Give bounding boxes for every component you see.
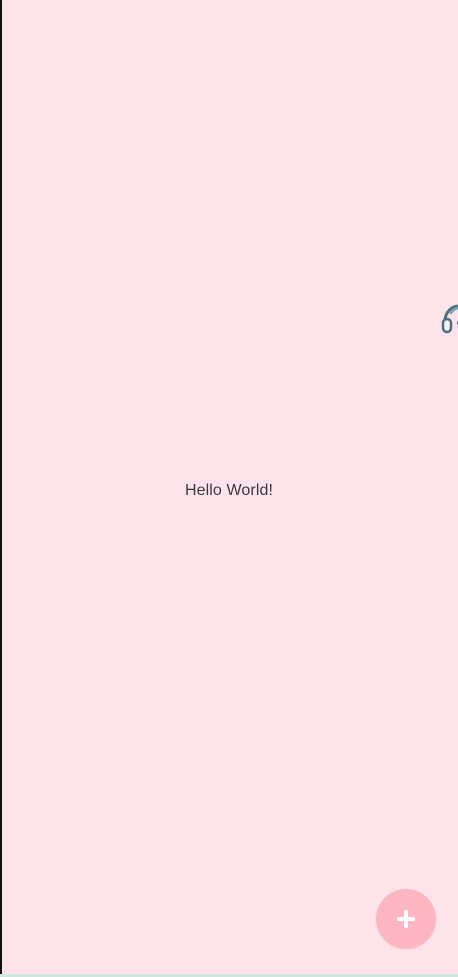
app-screen: Hello World! — [0, 0, 458, 977]
floating-helper-button[interactable] — [439, 299, 458, 339]
hello-world-text: Hello World! — [184, 482, 274, 499]
headset-icon — [441, 304, 458, 334]
add-button[interactable] — [376, 889, 436, 949]
plus-icon — [397, 910, 415, 928]
